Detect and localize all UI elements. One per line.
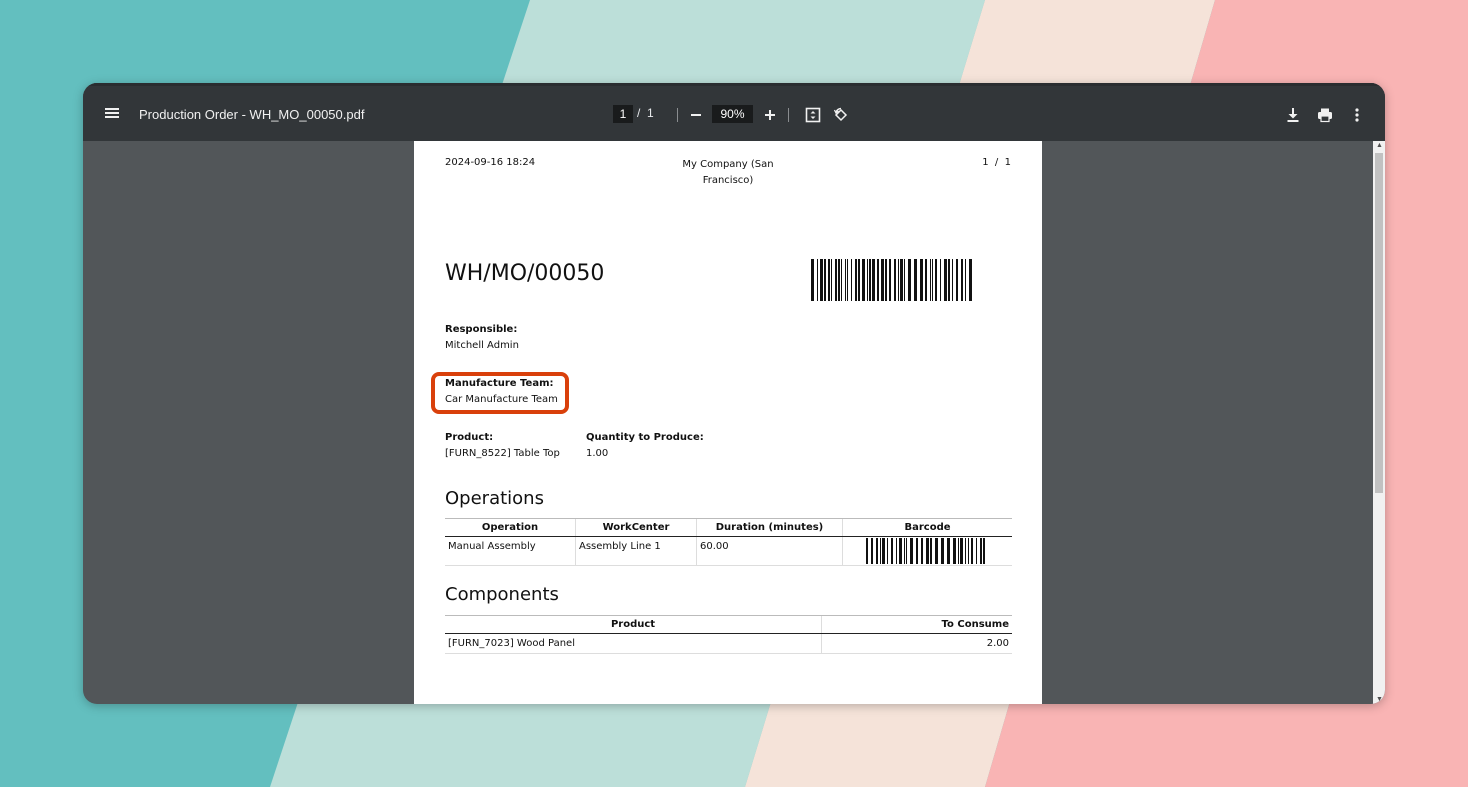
document-title: Production Order - WH_MO_00050.pdf	[139, 107, 365, 122]
fit-page-icon[interactable]	[803, 105, 823, 125]
manufacture-team-highlight	[431, 372, 569, 414]
components-header-row: Product To Consume	[445, 615, 1012, 634]
zoom-in-icon[interactable]	[761, 106, 779, 124]
menu-icon[interactable]	[102, 103, 122, 123]
page-number-input[interactable]: 1	[613, 105, 633, 123]
table-row: [FURN_7023] Wood Panel 2.00	[445, 633, 1012, 654]
product-value: [FURN_8522] Table Top	[445, 448, 560, 459]
download-icon[interactable]	[1283, 105, 1303, 125]
operations-col-workcenter: WorkCenter	[575, 518, 697, 537]
print-icon[interactable]	[1315, 105, 1335, 125]
company-name: My Company (San Francisco)	[664, 157, 792, 189]
component-quantity: 2.00	[821, 633, 1012, 654]
responsible-value: Mitchell Admin	[445, 340, 519, 351]
page-total: / 1	[637, 106, 654, 120]
zoom-level-input[interactable]: 90%	[712, 105, 753, 123]
pdf-page: 2024-09-16 18:24 My Company (San Francis…	[414, 141, 1042, 704]
scrollbar-thumb[interactable]	[1375, 153, 1383, 493]
more-icon[interactable]	[1347, 105, 1367, 125]
scroll-up-arrow-icon[interactable]: ▲	[1376, 142, 1383, 149]
operations-col-barcode: Barcode	[842, 518, 1012, 537]
operations-heading: Operations	[445, 488, 544, 509]
vertical-scrollbar[interactable]: ▲ ▼	[1373, 141, 1385, 704]
quantity-value: 1.00	[586, 448, 609, 459]
component-product: [FURN_7023] Wood Panel	[445, 633, 822, 654]
operation-name: Manual Assembly	[445, 536, 576, 566]
page-counter: 1 / 1	[982, 157, 1011, 168]
toolbar-divider	[788, 108, 789, 122]
components-col-to-consume: To Consume	[821, 615, 1012, 634]
operations-col-operation: Operation	[445, 518, 576, 537]
operation-workcenter: Assembly Line 1	[575, 536, 697, 566]
operation-barcode-cell	[842, 536, 1012, 566]
operation-barcode	[865, 538, 985, 564]
quantity-label: Quantity to Produce:	[586, 432, 704, 443]
toolbar-divider	[677, 108, 678, 122]
pdf-toolbar: Production Order - WH_MO_00050.pdf 1 / 1…	[83, 83, 1385, 141]
company-line-1: My Company (San	[682, 159, 774, 170]
print-datetime: 2024-09-16 18:24	[445, 157, 536, 168]
zoom-out-icon[interactable]	[687, 106, 705, 124]
operation-duration: 60.00	[696, 536, 843, 566]
company-line-2: Francisco)	[702, 175, 754, 186]
operations-header-row: Operation WorkCenter Duration (minutes) …	[445, 518, 1012, 537]
operations-table: Operation WorkCenter Duration (minutes) …	[445, 518, 1012, 566]
rotate-icon[interactable]	[831, 105, 851, 125]
responsible-label: Responsible:	[445, 324, 518, 335]
components-table: Product To Consume [FURN_7023] Wood Pane…	[445, 615, 1012, 654]
reference-barcode	[811, 259, 972, 301]
product-label: Product:	[445, 432, 494, 443]
components-heading: Components	[445, 584, 559, 605]
components-col-product: Product	[445, 615, 822, 634]
order-reference: WH/MO/00050	[445, 261, 605, 286]
pdf-viewer-window: Production Order - WH_MO_00050.pdf 1 / 1…	[83, 83, 1385, 704]
operations-col-duration: Duration (minutes)	[696, 518, 843, 537]
table-row: Manual Assembly Assembly Line 1 60.00	[445, 536, 1012, 566]
scroll-down-arrow-icon[interactable]: ▼	[1376, 696, 1383, 703]
